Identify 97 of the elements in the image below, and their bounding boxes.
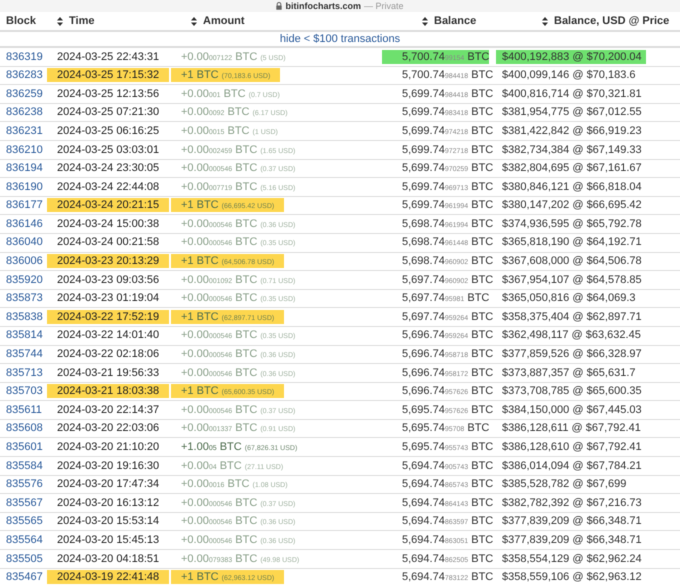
column-header[interactable]: Amount: [203, 12, 245, 30]
block-link[interactable]: 835584: [6, 460, 43, 472]
block-link[interactable]: 835611: [6, 404, 42, 416]
usd-balance-text: $380,147,202 @ $66,695.42: [501, 198, 643, 212]
block-link[interactable]: 835467: [6, 571, 43, 584]
time-text: 2024-03-19 22:41:48: [47, 570, 170, 584]
usd-balance-text: $382,734,384 @ $67,149.33: [501, 142, 643, 157]
time-text: 2024-03-20 15:53:14: [56, 514, 160, 528]
time-text: 2024-03-23 20:13:29: [47, 254, 170, 268]
block-link[interactable]: 836283: [6, 69, 43, 82]
time-text: 2024-03-21 19:56:33: [56, 366, 160, 380]
block-link[interactable]: 835873: [6, 292, 43, 304]
usd-balance-text: $382,782,392 @ $67,216.73: [501, 496, 643, 510]
site-domain: bitinfocharts.com: [285, 2, 361, 10]
time-text: 2024-03-25 07:21:30: [56, 105, 160, 120]
block-link[interactable]: 836146: [6, 218, 43, 230]
block-link[interactable]: 835744: [6, 348, 43, 360]
time-text: 2024-03-20 15:45:13: [56, 532, 160, 547]
usd-balance-text: $400,099,146 @ $70,183.6: [501, 68, 637, 82]
hide-small-transactions-link[interactable]: hide < $100 transactions: [280, 30, 400, 48]
time-text: 2024-03-22 17:52:19: [47, 310, 170, 324]
time-text: 2024-03-24 23:30:05: [56, 161, 160, 176]
usd-balance-text: $362,498,117 @ $63,632.45: [501, 328, 642, 342]
usd-balance-text: $380,846,121 @ $66,818.04: [501, 180, 643, 194]
usd-balance-text: $400,192,883 @ $70,200.04: [496, 50, 646, 64]
usd-balance-text: $377,839,209 @ $66,348.71: [501, 514, 643, 528]
block-link[interactable]: 836259: [6, 88, 43, 100]
time-text: 2024-03-22 14:01:40: [56, 328, 160, 342]
block-link[interactable]: 835713: [6, 366, 43, 379]
block-link[interactable]: 836040: [6, 236, 43, 248]
block-link[interactable]: 836210: [6, 144, 43, 156]
time-text: 2024-03-20 22:03:06: [56, 421, 160, 436]
usd-balance-text: $386,128,611 @ $67,792.41: [501, 421, 642, 436]
block-link[interactable]: 836319: [6, 50, 43, 63]
usd-balance-text: $400,816,714 @ $70,321.81: [501, 86, 643, 101]
usd-balance-text: $358,559,106 @ $62,963.12: [501, 570, 643, 584]
usd-balance-text: $367,954,107 @ $64,578.85: [501, 272, 643, 287]
usd-balance-text: $377,859,526 @ $66,328.97: [501, 347, 643, 362]
usd-balance-text: $374,936,595 @ $65,792.78: [501, 216, 643, 231]
usd-balance-text: $365,050,816 @ $64,069.3: [501, 291, 637, 306]
time-text: 2024-03-20 16:13:12: [56, 496, 160, 510]
usd-balance-text: $367,608,000 @ $64,506.78: [501, 254, 643, 268]
time-text: 2024-03-20 22:14:37: [56, 402, 160, 417]
column-header[interactable]: Balance, USD @ Price: [554, 12, 670, 30]
time-text: 2024-03-24 22:44:08: [56, 180, 160, 194]
column-header[interactable]: Time: [69, 12, 94, 30]
usd-balance-text: $384,150,000 @ $67,445.03: [501, 402, 643, 417]
time-text: 2024-03-23 09:03:56: [56, 272, 160, 287]
usd-balance-text: $373,708,785 @ $65,600.35: [501, 384, 643, 398]
block-link[interactable]: 835838: [6, 310, 43, 323]
column-header[interactable]: Block: [6, 12, 36, 30]
column-header[interactable]: Balance: [434, 12, 476, 30]
time-text: 2024-03-20 21:10:20: [56, 440, 160, 454]
time-text: 2024-03-24 20:21:15: [47, 198, 170, 212]
time-text: 2024-03-20 19:16:30: [56, 458, 160, 473]
block-link[interactable]: 835567: [6, 496, 43, 509]
browsing-mode: — Private: [364, 2, 404, 10]
block-link[interactable]: 836190: [6, 180, 43, 193]
time-text: 2024-03-22 02:18:06: [56, 347, 160, 362]
time-text: 2024-03-25 06:16:25: [56, 124, 160, 138]
time-text: 2024-03-25 22:43:31: [56, 50, 160, 64]
time-text: 2024-03-25 17:15:32: [47, 68, 170, 82]
time-text: 2024-03-25 12:13:56: [56, 86, 160, 101]
block-link[interactable]: 836238: [6, 106, 43, 118]
block-link[interactable]: 835505: [6, 552, 43, 565]
usd-balance-text: $373,887,357 @ $65,631.7: [501, 366, 637, 380]
address-bar[interactable]: bitinfocharts.com — Private: [0, 0, 680, 12]
time-text: 2024-03-21 18:03:38: [47, 384, 170, 398]
block-link[interactable]: 835814: [6, 329, 43, 342]
time-text: 2024-03-24 15:00:38: [56, 216, 160, 231]
usd-balance-text: $365,818,190 @ $64,192.71: [501, 235, 643, 250]
block-link[interactable]: 836177: [6, 199, 43, 212]
block-link[interactable]: 835703: [6, 385, 43, 398]
usd-balance-text: $358,375,404 @ $62,897.71: [501, 310, 643, 324]
usd-balance-text: $386,128,610 @ $67,792.41: [501, 440, 643, 454]
block-link[interactable]: 835608: [6, 422, 43, 434]
usd-balance-text: $382,804,695 @ $67,161.67: [501, 161, 643, 176]
usd-balance-text: $358,554,129 @ $62,962.24: [501, 552, 643, 566]
time-text: 2024-03-20 04:18:51: [56, 552, 160, 566]
block-link[interactable]: 835565: [6, 515, 43, 528]
time-text: 2024-03-20 17:47:34: [56, 477, 160, 492]
block-link[interactable]: 835576: [6, 478, 43, 490]
time-text: 2024-03-23 01:19:04: [56, 291, 160, 306]
usd-balance-text: $385,528,782 @ $67,699: [501, 477, 628, 492]
usd-balance-text: $381,422,842 @ $66,919.23: [501, 124, 643, 138]
block-link[interactable]: 835564: [6, 534, 43, 546]
block-link[interactable]: 835920: [6, 274, 43, 286]
time-text: 2024-03-24 00:21:58: [56, 235, 160, 250]
block-link[interactable]: 836194: [6, 162, 43, 174]
block-link[interactable]: 835601: [6, 441, 43, 454]
block-link[interactable]: 836231: [6, 124, 43, 137]
block-link[interactable]: 836006: [6, 255, 43, 268]
usd-balance-text: $377,839,209 @ $66,348.71: [501, 532, 643, 547]
usd-balance-text: $381,954,775 @ $67,012.55: [501, 105, 643, 120]
time-text: 2024-03-25 03:03:01: [56, 142, 160, 157]
lock-icon: [276, 2, 282, 10]
usd-balance-text: $386,014,094 @ $67,784.21: [501, 458, 643, 473]
